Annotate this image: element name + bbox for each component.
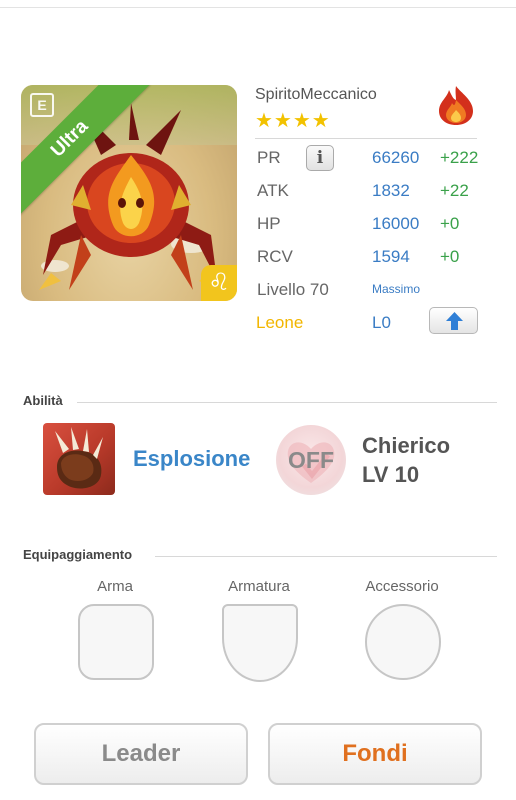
stat-label-rcv: RCV: [257, 247, 293, 266]
class-name: Chierico: [362, 433, 451, 458]
level-status: Massimo: [372, 282, 421, 296]
arrow-up-icon: [446, 312, 463, 330]
armor-slot[interactable]: [222, 604, 298, 682]
stat-label-hp: HP: [257, 214, 281, 233]
monster-name: SpiritoMeccanico: [255, 86, 377, 103]
stat-label-atk: ATK: [257, 181, 289, 200]
abilities-title: Abilità: [23, 393, 63, 408]
stat-value-pr: 66260: [372, 148, 420, 167]
fuse-button[interactable]: Fondi: [268, 723, 482, 785]
weapon-slot[interactable]: [78, 604, 154, 680]
abilities-divider: [77, 402, 497, 403]
accessory-slot[interactable]: [365, 604, 441, 680]
fire-icon: [439, 86, 473, 125]
stat-label-pr: PR: [257, 148, 281, 167]
stat-bonus-atk: +22: [440, 181, 469, 200]
stat-value-hp: 16000: [372, 214, 420, 233]
monster-portrait[interactable]: Ultra E ♌: [21, 85, 237, 301]
class-level: LV 10: [362, 462, 420, 487]
stat-bonus-hp: +0: [440, 214, 460, 233]
star-rating: ★★★★: [255, 110, 331, 132]
equipment-title: Equipaggiamento: [23, 547, 133, 562]
stat-bonus-rcv: +0: [440, 247, 460, 266]
stats-divider: [255, 138, 477, 139]
weapon-label: Arma: [97, 578, 133, 595]
upgrade-button[interactable]: [429, 307, 478, 334]
accessory-label: Accessorio: [365, 578, 439, 595]
leader-skill-off-label: OFF: [288, 447, 334, 473]
claw-icon: [55, 427, 103, 489]
stat-value-rcv: 1594: [372, 247, 410, 266]
stat-bonus-pr: +222: [440, 148, 479, 167]
armor-label: Armatura: [228, 578, 290, 595]
level-label: Livello 70: [257, 280, 329, 299]
equipment-divider: [155, 556, 497, 557]
info-button[interactable]: i: [306, 145, 334, 171]
top-divider: [0, 0, 516, 8]
skill-name[interactable]: Esplosione: [133, 446, 250, 472]
card-icon: E: [30, 93, 54, 117]
skill-icon[interactable]: [43, 423, 115, 495]
zodiac-label: Leone: [256, 313, 304, 332]
zodiac-level: L0: [372, 313, 391, 332]
stat-value-atk: 1832: [372, 181, 410, 200]
zodiac-leo-icon: ♌: [201, 265, 237, 301]
leader-button[interactable]: Leader: [34, 723, 248, 785]
